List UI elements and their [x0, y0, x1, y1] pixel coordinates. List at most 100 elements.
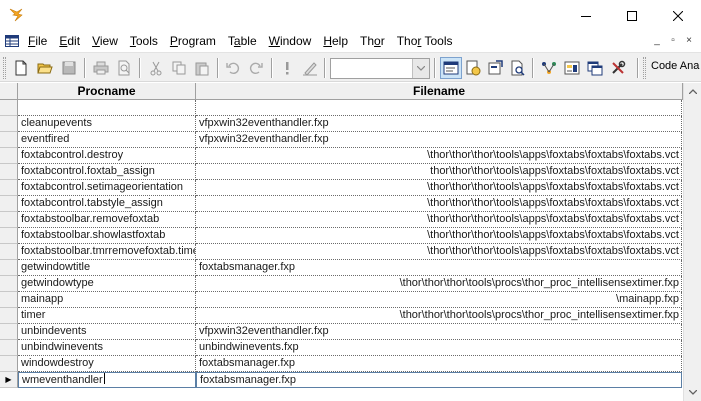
properties-button[interactable] — [484, 57, 506, 79]
row-selector[interactable] — [0, 212, 18, 228]
close-button[interactable] — [655, 0, 701, 31]
procname-cell[interactable]: timer — [18, 308, 196, 324]
foxpro-app-icon[interactable] — [8, 6, 26, 24]
row-selector[interactable] — [0, 196, 18, 212]
menu-table[interactable]: Table — [222, 31, 263, 51]
filename-cell[interactable]: \thor\thor\thor\tools\procs\thor_proc_in… — [196, 276, 682, 292]
table-row[interactable]: foxtabstoolbar.showlastfoxtab \thor\thor\… — [0, 228, 683, 244]
scroll-up-button[interactable] — [684, 83, 701, 100]
row-selector[interactable] — [0, 180, 18, 196]
procname-cell[interactable]: windowdestroy — [18, 356, 196, 372]
column-header-procname[interactable]: Procname — [18, 83, 196, 100]
menu-window[interactable]: Window — [263, 31, 318, 51]
thor-tool-button-4[interactable] — [607, 57, 629, 79]
minimize-button[interactable] — [563, 0, 609, 31]
row-selector[interactable] — [0, 276, 18, 292]
procname-cell[interactable]: foxtabstoolbar.showlastfoxtab — [18, 228, 196, 244]
table-window-icon[interactable] — [5, 35, 19, 47]
run-button[interactable] — [276, 57, 298, 79]
print-button[interactable] — [90, 57, 112, 79]
redo-button[interactable] — [245, 57, 267, 79]
procname-cell[interactable]: unbindwinevents — [18, 340, 196, 356]
row-selector[interactable]: ▶ — [0, 372, 18, 388]
procname-cell[interactable]: getwindowtype — [18, 276, 196, 292]
scroll-down-button[interactable] — [684, 384, 701, 401]
data-session-button[interactable] — [462, 57, 484, 79]
row-selector[interactable] — [0, 132, 18, 148]
table-row[interactable]: unbindevents vfpxwin32eventhandler.fxp — [0, 324, 683, 340]
filename-cell[interactable]: vfpxwin32eventhandler.fxp — [196, 132, 682, 148]
procname-cell[interactable]: getwindowtitle — [18, 260, 196, 276]
filename-cell[interactable]: vfpxwin32eventhandler.fxp — [196, 116, 682, 132]
toolbar-grip[interactable] — [643, 57, 646, 79]
procname-cell[interactable]: wmeventhandler — [18, 372, 196, 388]
procname-cell[interactable]: foxtabcontrol.setimageorientation — [18, 180, 196, 196]
combo-dropdown-button[interactable] — [412, 59, 429, 78]
procname-cell[interactable]: unbindevents — [18, 324, 196, 340]
row-selector[interactable] — [0, 324, 18, 340]
filename-cell[interactable]: \thor\thor\thor\tools\apps\foxtabs\foxta… — [196, 228, 682, 244]
code-references-button[interactable] — [507, 57, 529, 79]
row-selector[interactable] — [0, 340, 18, 356]
table-row[interactable]: foxtabcontrol.destroy \thor\thor\thor\too… — [0, 148, 683, 164]
menu-thor-tools[interactable]: Thor Tools — [391, 31, 459, 51]
command-window-button[interactable] — [440, 57, 462, 79]
table-row[interactable]: foxtabstoolbar.removefoxtab \thor\thor\th… — [0, 212, 683, 228]
table-row[interactable]: getwindowtype \thor\thor\thor\tools\procs… — [0, 276, 683, 292]
menu-tools[interactable]: Tools — [124, 31, 164, 51]
row-selector[interactable] — [0, 100, 18, 116]
row-selector[interactable] — [0, 356, 18, 372]
table-row[interactable]: getwindowtitle foxtabsmanager.fxp — [0, 260, 683, 276]
menu-thor[interactable]: Thor — [354, 31, 391, 51]
table-row[interactable]: foxtabstoolbar.tmrremovefoxtab.timer \tho… — [0, 244, 683, 260]
database-combo[interactable] — [330, 58, 430, 79]
table-row[interactable]: ▶ wmeventhandler foxtabsmanager.fxp — [0, 372, 683, 388]
menu-view[interactable]: View — [86, 31, 124, 51]
table-row[interactable]: cleanupevents vfpxwin32eventhandler.fxp — [0, 116, 683, 132]
filename-cell[interactable]: vfpxwin32eventhandler.fxp — [196, 324, 682, 340]
maximize-button[interactable] — [609, 0, 655, 31]
mdi-close-button[interactable]: × — [683, 35, 695, 47]
row-selector[interactable] — [0, 148, 18, 164]
save-button[interactable] — [58, 57, 80, 79]
row-selector[interactable] — [0, 292, 18, 308]
filename-cell[interactable]: \thor\thor\thor\tools\apps\foxtabs\foxta… — [196, 244, 682, 260]
table-row[interactable]: unbindwinevents unbindwinevents.fxp — [0, 340, 683, 356]
row-selector[interactable] — [0, 228, 18, 244]
filename-cell[interactable]: thor\thor\thor\tools\apps\foxtabs\foxtab… — [196, 164, 682, 180]
row-selector[interactable] — [0, 260, 18, 276]
filename-cell[interactable]: \thor\thor\thor\tools\apps\foxtabs\foxta… — [196, 212, 682, 228]
toolbar-grip[interactable] — [3, 57, 6, 79]
filename-cell[interactable]: unbindwinevents.fxp — [196, 340, 682, 356]
row-selector[interactable] — [0, 244, 18, 260]
filename-cell[interactable]: foxtabsmanager.fxp — [196, 356, 682, 372]
column-header-filename[interactable]: Filename — [196, 83, 683, 100]
procname-cell[interactable]: foxtabstoolbar.removefoxtab — [18, 212, 196, 228]
cut-button[interactable] — [145, 57, 167, 79]
procname-cell[interactable]: foxtabcontrol.foxtab_assign — [18, 164, 196, 180]
mdi-restore-button[interactable]: ▫ — [667, 35, 679, 47]
table-row[interactable]: windowdestroy foxtabsmanager.fxp — [0, 356, 683, 372]
table-row[interactable]: foxtabcontrol.tabstyle_assign \thor\thor\… — [0, 196, 683, 212]
copy-button[interactable] — [168, 57, 190, 79]
filename-cell[interactable] — [196, 100, 682, 116]
procname-cell[interactable]: eventfired — [18, 132, 196, 148]
filename-cell[interactable]: \thor\thor\thor\tools\apps\foxtabs\foxta… — [196, 148, 682, 164]
procname-cell[interactable]: cleanupevents — [18, 116, 196, 132]
code-analysis-toolbar-label[interactable]: Code Ana — [651, 60, 699, 72]
filename-cell[interactable]: foxtabsmanager.fxp — [196, 260, 682, 276]
menu-edit[interactable]: Edit — [53, 31, 86, 51]
row-selector[interactable] — [0, 116, 18, 132]
row-selector[interactable] — [0, 164, 18, 180]
table-row[interactable]: foxtabcontrol.foxtab_assign thor\thor\tho… — [0, 164, 683, 180]
table-row[interactable]: timer \thor\thor\thor\tools\procs\thor_pr… — [0, 308, 683, 324]
menu-file[interactable]: File — [22, 31, 53, 51]
table-row[interactable] — [0, 100, 683, 116]
filename-cell[interactable]: foxtabsmanager.fxp — [196, 372, 682, 388]
table-row[interactable]: foxtabcontrol.setimageorientation \thor\t… — [0, 180, 683, 196]
filename-cell[interactable]: \thor\thor\thor\tools\apps\foxtabs\foxta… — [196, 196, 682, 212]
thor-tool-button-1[interactable] — [538, 57, 560, 79]
procname-cell[interactable]: mainapp — [18, 292, 196, 308]
browse-grid[interactable]: Procname Filename cleanupevents vfpxwin32… — [0, 83, 683, 401]
thor-tool-button-3[interactable] — [584, 57, 606, 79]
